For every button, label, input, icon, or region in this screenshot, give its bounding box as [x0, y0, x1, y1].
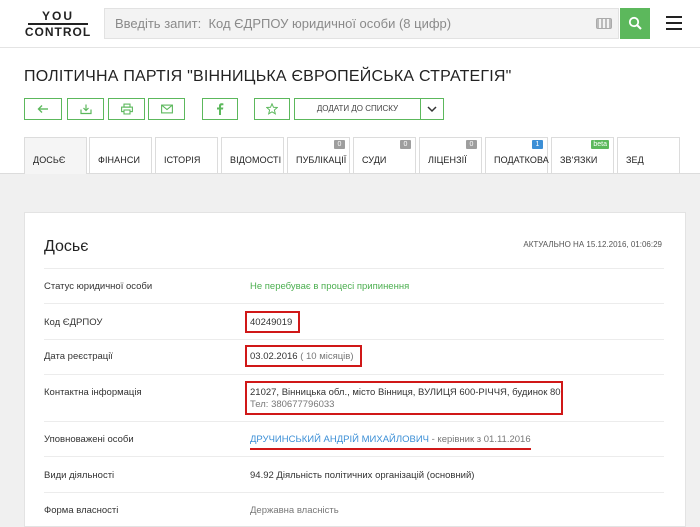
- tab-records[interactable]: ВІДОМОСТІ: [221, 137, 284, 173]
- tab-badge: beta: [591, 140, 609, 149]
- tab-label: ДОСЬЄ: [33, 155, 66, 165]
- status-label: Статус юридичної особи: [44, 281, 153, 292]
- tab-badge: 0: [334, 140, 345, 149]
- tab-courts[interactable]: СУДИ 0: [353, 137, 416, 173]
- add-to-list-label: ДОДАТИ ДО СПИСКУ: [316, 104, 399, 113]
- row-divider: [44, 374, 664, 375]
- tab-connections[interactable]: ЗВ'ЯЗКИ beta: [551, 137, 614, 173]
- persons-label: Уповноважені особи: [44, 434, 134, 445]
- row-divider: [44, 339, 664, 340]
- hamburger-menu-icon[interactable]: [666, 16, 682, 30]
- tab-badge: 0: [400, 140, 411, 149]
- add-to-list-divider: [420, 99, 421, 119]
- row-divider: [44, 492, 664, 493]
- row-divider: [44, 268, 664, 269]
- activity-label: Види діяльності: [44, 470, 115, 481]
- facebook-share-button[interactable]: [202, 98, 238, 120]
- actual-timestamp: АКТУАЛЬНО НА 15.12.2016, 01:06:29: [523, 240, 662, 249]
- top-header: YOU CONTROL: [0, 0, 700, 48]
- tab-label: СУДИ: [362, 155, 387, 165]
- facebook-icon: [217, 103, 224, 115]
- contact-label: Контактна інформація: [44, 387, 142, 398]
- keyboard-icon[interactable]: [596, 18, 612, 29]
- ownership-label: Форма власності: [44, 505, 119, 516]
- tab-publications[interactable]: ПУБЛІКАЦІЇ 0: [287, 137, 350, 173]
- search-icon: [628, 16, 642, 30]
- tab-label: ВІДОМОСТІ: [230, 155, 282, 165]
- tab-badge: 0: [466, 140, 477, 149]
- tab-licenses[interactable]: ЛІЦЕНЗІЇ 0: [419, 137, 482, 173]
- tab-label: ЗЕД: [626, 155, 644, 165]
- tab-history[interactable]: ІСТОРІЯ: [155, 137, 218, 173]
- search-box: [104, 8, 619, 39]
- search-input[interactable]: [115, 9, 585, 38]
- highlight-underline-person: [250, 448, 531, 450]
- code-label: Код ЄДРПОУ: [44, 317, 103, 328]
- registration-label: Дата реєстрації: [44, 351, 113, 362]
- tab-dossier[interactable]: ДОСЬЄ: [24, 137, 87, 174]
- logo[interactable]: YOU CONTROL: [24, 10, 92, 38]
- arrow-left-icon: [37, 105, 48, 113]
- tab-label: ЗВ'ЯЗКИ: [560, 155, 598, 165]
- search-button[interactable]: [620, 8, 650, 39]
- row-divider: [44, 421, 664, 422]
- person-link[interactable]: ДРУЧИНСЬКИЙ АНДРІЙ МИХАЙЛОВИЧ: [250, 434, 429, 445]
- print-button[interactable]: [108, 98, 145, 120]
- logo-bottom-text: CONTROL: [24, 25, 92, 39]
- highlight-box-contact: [245, 381, 563, 415]
- row-divider: [44, 456, 664, 457]
- star-icon: [266, 103, 278, 115]
- tab-label: ЛІЦЕНЗІЇ: [428, 155, 467, 165]
- highlight-box-date: [245, 345, 362, 367]
- tab-label: ФІНАНСИ: [98, 155, 141, 165]
- page-title: ПОЛІТИЧНА ПАРТІЯ "ВІННИЦЬКА ЄВРОПЕЙСЬКА …: [24, 68, 512, 85]
- envelope-icon: [160, 104, 173, 114]
- download-button[interactable]: [67, 98, 104, 120]
- ownership-value: Державна власність: [250, 505, 339, 516]
- tab-label: ПОДАТКОВА: [494, 155, 549, 165]
- tab-tax[interactable]: ПОДАТКОВА 1: [485, 137, 549, 173]
- logo-top-text: YOU: [41, 9, 74, 23]
- chevron-down-icon[interactable]: [426, 104, 438, 114]
- row-divider: [44, 303, 664, 304]
- back-button[interactable]: [24, 98, 62, 120]
- tab-badge: 1: [532, 140, 543, 149]
- dossier-heading: Досьє: [44, 238, 89, 255]
- add-to-list-button[interactable]: ДОДАТИ ДО СПИСКУ: [294, 98, 444, 120]
- tab-label: ІСТОРІЯ: [164, 155, 201, 165]
- status-value: Не перебуває в процесі припинення: [250, 281, 410, 292]
- tab-foreign-trade[interactable]: ЗЕД: [617, 137, 680, 173]
- activity-value: 94.92 Діяльність політичних організацій …: [250, 470, 475, 481]
- highlight-box-code: [245, 311, 300, 333]
- favorite-button[interactable]: [254, 98, 290, 120]
- download-icon: [79, 104, 92, 115]
- person-role: - керівник з 01.11.2016: [431, 434, 531, 445]
- tab-label: ПУБЛІКАЦІЇ: [296, 155, 347, 165]
- email-button[interactable]: [148, 98, 185, 120]
- persons-value: ДРУЧИНСЬКИЙ АНДРІЙ МИХАЙЛОВИЧ - керівник…: [250, 434, 531, 445]
- tab-finances[interactable]: ФІНАНСИ: [89, 137, 152, 173]
- printer-icon: [120, 103, 133, 115]
